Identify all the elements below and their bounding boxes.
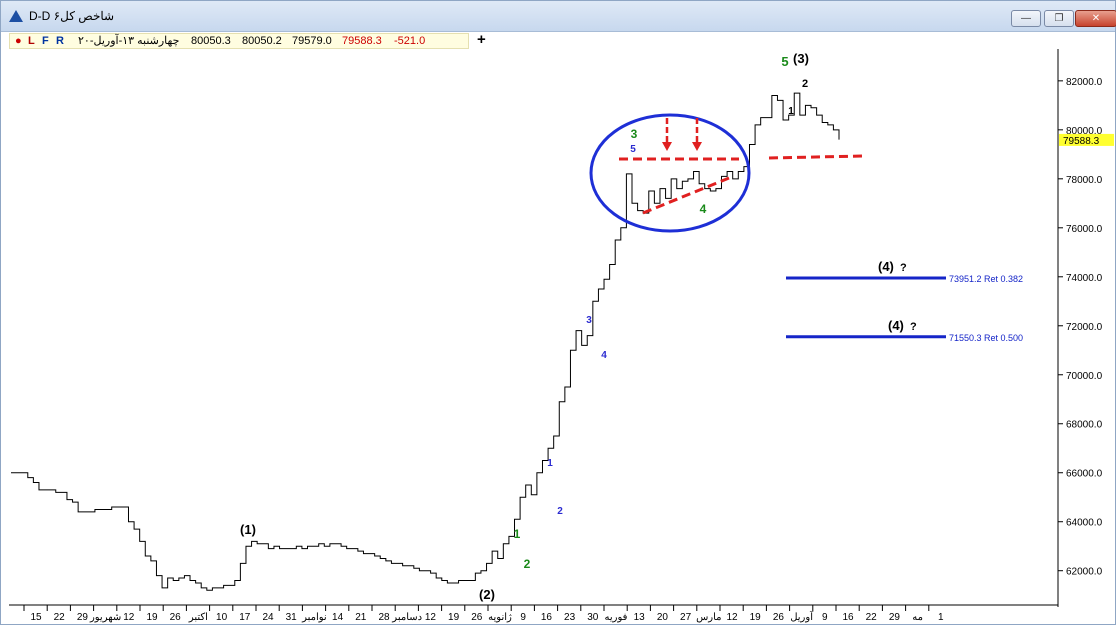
x-tick-label: ژانویه: [488, 612, 512, 623]
wave-question-mark: ?: [910, 321, 917, 333]
x-tick-label: فوریه: [605, 612, 628, 623]
x-tick-label: 31: [286, 612, 298, 623]
x-tick-label: 14: [332, 612, 344, 623]
x-tick-label: 21: [355, 612, 367, 623]
x-tick-label: 26: [170, 612, 182, 623]
wave-label-4: (4): [888, 318, 904, 333]
x-tick-label: 26: [773, 612, 785, 623]
x-tick-label: 12: [726, 612, 738, 623]
x-tick-label: 22: [54, 612, 66, 623]
x-tick-label: 27: [680, 612, 692, 623]
wave-label: 3: [586, 315, 592, 326]
retracement-label: 73951.2 Ret 0.382: [949, 274, 1023, 284]
wave-label: 5: [781, 54, 788, 69]
x-tick-label: 1: [938, 612, 944, 623]
wave-label: 2: [802, 78, 808, 90]
triangle-highlight-circle: [589, 113, 751, 233]
wave-label: (2): [479, 587, 495, 602]
x-tick-label: 19: [448, 612, 460, 623]
x-tick-label: 20: [657, 612, 669, 623]
x-tick-label: مارس: [696, 612, 721, 623]
x-tick-label: شهریور: [89, 612, 121, 623]
wave-label: 5: [630, 144, 636, 155]
x-tick-label: 16: [541, 612, 553, 623]
y-tick-label: 68000.0: [1066, 420, 1103, 431]
x-tick-label: 22: [866, 612, 878, 623]
x-tick-label: دسامبر: [391, 612, 422, 623]
wave-label: 4: [700, 202, 707, 216]
y-tick-label: 66000.0: [1066, 469, 1103, 480]
x-tick-label: 12: [123, 612, 135, 623]
x-tick-label: 30: [587, 612, 599, 623]
breakout-level-line: [768, 154, 864, 160]
x-tick-label: مه: [912, 612, 923, 623]
x-tick-label: 17: [239, 612, 251, 623]
x-tick-label: 9: [822, 612, 828, 623]
x-tick-label: 19: [750, 612, 762, 623]
wave-label: (1): [240, 522, 256, 537]
x-tick-label: 13: [634, 612, 646, 623]
x-tick-label: 15: [30, 612, 42, 623]
x-tick-label: 29: [77, 612, 89, 623]
x-tick-label: 9: [520, 612, 526, 623]
x-tick-label: آوریل: [790, 610, 814, 623]
current-price-label: 79588.3: [1063, 136, 1100, 147]
price-series-line: [11, 92, 840, 591]
y-tick-label: 64000.0: [1066, 518, 1103, 529]
x-tick-label: 12: [425, 612, 437, 623]
y-tick-label: 78000.0: [1066, 175, 1103, 186]
x-tick-label: 10: [216, 612, 228, 623]
down-arrow-head: [662, 142, 672, 151]
wave-label: 2: [557, 506, 563, 517]
y-tick-label: 82000.0: [1066, 77, 1103, 88]
wave-question-mark: ?: [900, 262, 907, 274]
x-tick-label: اکتبر: [188, 612, 208, 623]
chart-window: D-D شاخص کل۶ — ❐ ✕ ● L F R چهارشنبه ۱۳-آ…: [0, 0, 1116, 625]
x-tick-label: 29: [889, 612, 901, 623]
x-tick-label: نوامبر: [301, 612, 327, 623]
wave-label: 2: [524, 557, 531, 571]
wave-label: 4: [601, 350, 607, 361]
retracement-label: 71550.3 Ret 0.500: [949, 333, 1023, 343]
x-tick-label: 24: [262, 612, 274, 623]
down-arrow-head: [692, 142, 702, 151]
y-tick-label: 76000.0: [1066, 224, 1103, 235]
wave-label: 1: [788, 106, 794, 117]
y-tick-label: 72000.0: [1066, 322, 1103, 333]
x-tick-label: 19: [146, 612, 158, 623]
wave-label: (3): [793, 51, 809, 66]
support-trendline: [642, 176, 730, 215]
wave-label-4: (4): [878, 259, 894, 274]
y-tick-label: 70000.0: [1066, 371, 1103, 382]
wave-label: 1: [514, 527, 521, 541]
y-tick-label: 74000.0: [1066, 273, 1103, 284]
wave-label: 3: [631, 127, 638, 141]
price-chart: 62000.0 64000.0 66000.0 68000.0 70000.0 72000…: [9, 49, 1114, 623]
x-tick-label: 23: [564, 612, 576, 623]
x-tick-label: 26: [471, 612, 483, 623]
y-tick-label: 62000.0: [1066, 567, 1103, 578]
wave-label: 1: [547, 458, 553, 469]
x-tick-label: 16: [842, 612, 854, 623]
x-tick-label: 28: [378, 612, 390, 623]
